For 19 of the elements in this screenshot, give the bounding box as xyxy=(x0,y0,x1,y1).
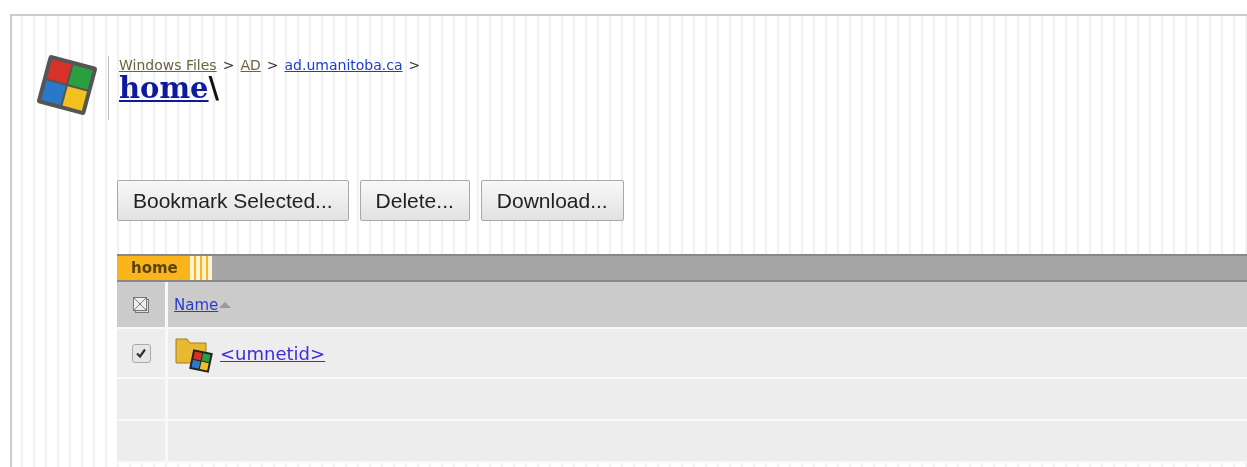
panel-tab[interactable]: home xyxy=(117,256,190,280)
action-button[interactable]: Bookmark Selected... xyxy=(117,180,349,221)
path-separator: \ xyxy=(208,71,220,105)
breadcrumb-link[interactable]: ad.umanitoba.ca xyxy=(284,57,403,73)
breadcrumb-separator: > xyxy=(408,57,421,73)
grip-icon xyxy=(189,256,212,280)
breadcrumb-separator: > xyxy=(222,57,235,73)
column-header-link[interactable]: Name xyxy=(174,295,219,314)
select-all-icon[interactable] xyxy=(132,295,150,314)
action-button[interactable]: Download... xyxy=(480,180,624,221)
table-row[interactable]: <umnetid> xyxy=(117,329,1247,379)
row-checkbox[interactable] xyxy=(131,343,151,363)
check-icon xyxy=(135,347,147,359)
breadcrumb-separator: > xyxy=(266,57,279,73)
breadcrumb-link[interactable]: AD xyxy=(240,57,261,73)
action-button[interactable]: Delete... xyxy=(359,180,470,221)
breadcrumb-link[interactable]: Windows Files xyxy=(119,57,217,73)
folder-link[interactable]: <umnetid> xyxy=(220,342,326,364)
folder-title-link[interactable]: home xyxy=(119,71,209,105)
